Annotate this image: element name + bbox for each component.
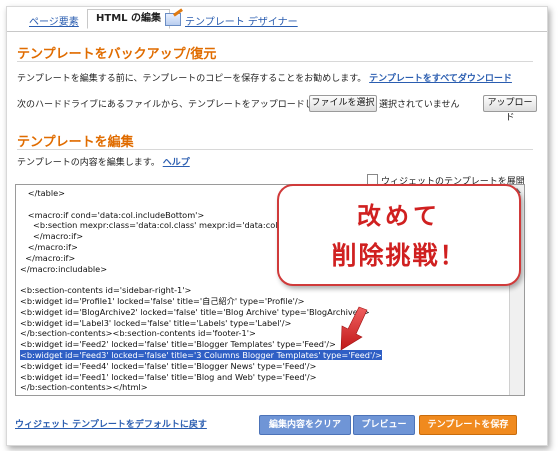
- clear-edits-button[interactable]: 編集内容をクリア: [259, 415, 351, 435]
- annotation-arrow-icon: [340, 306, 368, 351]
- template-editor-window: ページ要素 HTML の編集 テンプレート デザイナー テンプレートをバックアッ…: [6, 6, 548, 446]
- preview-button[interactable]: プレビュー: [353, 415, 415, 435]
- save-template-button[interactable]: テンプレートを保存: [419, 415, 517, 435]
- reset-widgets-link[interactable]: ウィジェット テンプレートをデフォルトに戻す: [15, 417, 207, 430]
